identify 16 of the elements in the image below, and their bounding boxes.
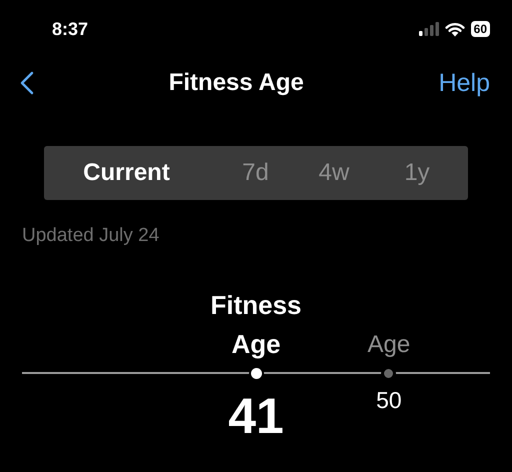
fitness-age-label: Fitness Age	[209, 289, 303, 361]
period-tab[interactable]: 7d	[209, 153, 302, 193]
period-tab[interactable]: 1y	[366, 153, 468, 193]
wifi-icon	[444, 22, 465, 36]
period-tab[interactable]: 4w	[302, 153, 366, 193]
battery-level: 60	[470, 21, 490, 37]
signal-icon	[418, 22, 439, 36]
period-tab[interactable]: Current	[44, 153, 209, 193]
age-label: Age	[368, 330, 410, 360]
clock-time: 8:37	[52, 18, 88, 40]
help-link[interactable]: Help	[438, 68, 490, 98]
age-value: 50	[376, 387, 402, 414]
page-title: Fitness Age	[168, 69, 304, 97]
back-icon[interactable]	[20, 71, 34, 95]
fitness-age-value: 41	[228, 387, 284, 445]
updated-date: Updated July 24	[22, 225, 160, 247]
